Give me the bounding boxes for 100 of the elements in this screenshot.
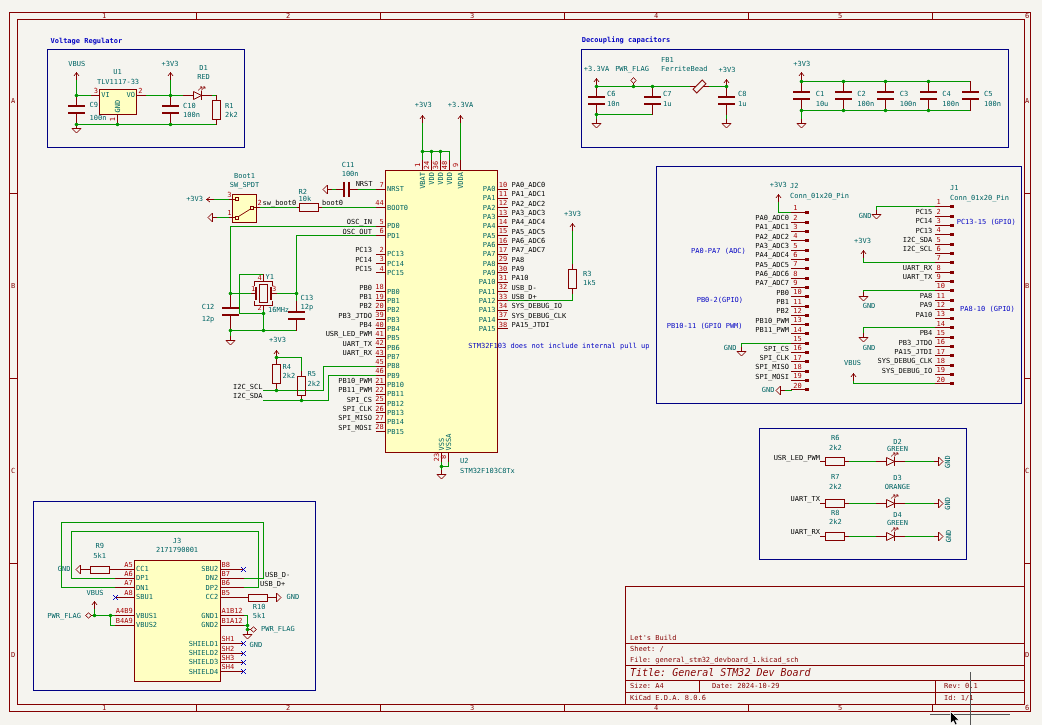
junction-dot-icon xyxy=(74,93,79,98)
resistor-icon xyxy=(212,95,221,125)
junction-dot-icon xyxy=(926,79,931,84)
capacitor-icon xyxy=(222,293,239,331)
junction-dot-icon xyxy=(261,311,266,316)
junction-dot-icon xyxy=(841,108,846,113)
junction-dot-icon xyxy=(228,328,233,333)
wire xyxy=(848,503,877,504)
x-mark-icon xyxy=(240,650,247,657)
junction-dot-icon xyxy=(883,108,888,113)
junction-dot-icon xyxy=(228,291,233,296)
wire xyxy=(904,461,935,462)
resistor-icon xyxy=(820,457,849,466)
capacitor-icon xyxy=(644,86,661,115)
wire xyxy=(741,343,792,348)
ground-icon xyxy=(225,336,236,346)
ground-icon xyxy=(858,333,869,343)
resistor-icon xyxy=(297,203,322,212)
resistor-icon xyxy=(84,566,116,574)
junction-dot-icon xyxy=(261,328,266,333)
junction-dot-icon xyxy=(438,149,443,154)
junction-dot-icon xyxy=(274,355,279,360)
ground-icon xyxy=(272,592,282,603)
ground-icon xyxy=(934,456,944,467)
wire xyxy=(848,536,877,537)
junction-dot-icon xyxy=(294,291,299,296)
junction-dot-icon xyxy=(74,122,79,127)
wire xyxy=(848,461,877,462)
ground-icon xyxy=(436,470,447,480)
junction-dot-icon xyxy=(724,84,729,89)
ground-icon xyxy=(207,212,217,223)
ground-icon xyxy=(591,119,602,129)
ground-icon xyxy=(871,210,882,220)
wire xyxy=(904,503,935,504)
arrow-icon xyxy=(167,72,174,80)
wire xyxy=(876,206,936,211)
capacitor-icon xyxy=(718,86,735,115)
wire xyxy=(572,230,573,265)
wire xyxy=(259,207,298,208)
arrow-icon xyxy=(850,373,857,381)
ground-icon xyxy=(71,124,82,134)
arrow-icon xyxy=(206,196,214,203)
capacitor-icon xyxy=(68,95,85,125)
x-mark-icon xyxy=(240,659,247,666)
wire xyxy=(778,201,792,213)
x-mark-icon xyxy=(240,668,247,675)
arrow-icon xyxy=(91,601,98,609)
led-icon xyxy=(876,527,905,541)
wire xyxy=(357,189,377,190)
arrow-icon xyxy=(419,115,426,123)
capacitor-icon xyxy=(962,81,979,111)
diamond-icon xyxy=(85,612,95,619)
wire xyxy=(460,122,461,161)
junction-dot-icon xyxy=(168,93,173,98)
arrow-icon xyxy=(457,115,464,123)
junction-dot-icon xyxy=(299,398,304,403)
arrow-icon xyxy=(775,194,782,202)
junction-dot-icon xyxy=(594,84,599,89)
pointer-cursor-icon xyxy=(950,711,960,725)
junction-dot-icon xyxy=(799,108,804,113)
junction-dot-icon xyxy=(799,79,804,84)
diamond-icon xyxy=(247,626,257,633)
capacitor-icon xyxy=(920,81,937,111)
capacitor-icon xyxy=(162,95,179,125)
ground-icon xyxy=(775,385,785,396)
junction-dot-icon xyxy=(883,79,888,84)
arrow-icon xyxy=(73,72,80,80)
ferrite-bead-icon xyxy=(690,79,709,94)
junction-dot-icon xyxy=(429,149,434,154)
junction-dot-icon xyxy=(650,84,655,89)
junction-dot-icon xyxy=(420,149,425,154)
ground-icon xyxy=(858,292,869,302)
resistor-icon xyxy=(243,594,273,602)
capacitor-icon xyxy=(336,182,358,197)
capacitor-icon xyxy=(835,81,852,111)
sheet-title: Title: General STM32 Dev Board xyxy=(630,667,811,678)
junction-dot-icon xyxy=(439,464,444,469)
ground-icon xyxy=(721,119,732,129)
junction-dot-icon xyxy=(115,122,120,127)
ground-icon xyxy=(736,347,747,357)
x-mark-icon xyxy=(240,640,247,647)
capacitor-icon xyxy=(877,81,894,111)
resistor-icon xyxy=(297,371,306,401)
switch-icon xyxy=(229,194,260,223)
wire xyxy=(507,293,573,301)
wire xyxy=(726,114,727,120)
ground-icon xyxy=(934,498,944,509)
arrow-icon xyxy=(569,223,576,231)
junction-dot-icon xyxy=(631,84,636,89)
ground-icon xyxy=(934,531,944,542)
resistor-icon xyxy=(820,499,849,508)
led-icon xyxy=(876,452,905,466)
ground-icon xyxy=(796,119,807,129)
diamond-icon xyxy=(630,77,637,87)
capacitor-icon xyxy=(793,81,810,111)
junction-dot-icon xyxy=(92,613,97,618)
ground-icon xyxy=(75,564,85,575)
x-mark-icon xyxy=(112,594,119,601)
chip-symbol xyxy=(91,89,146,125)
wire xyxy=(331,189,337,190)
